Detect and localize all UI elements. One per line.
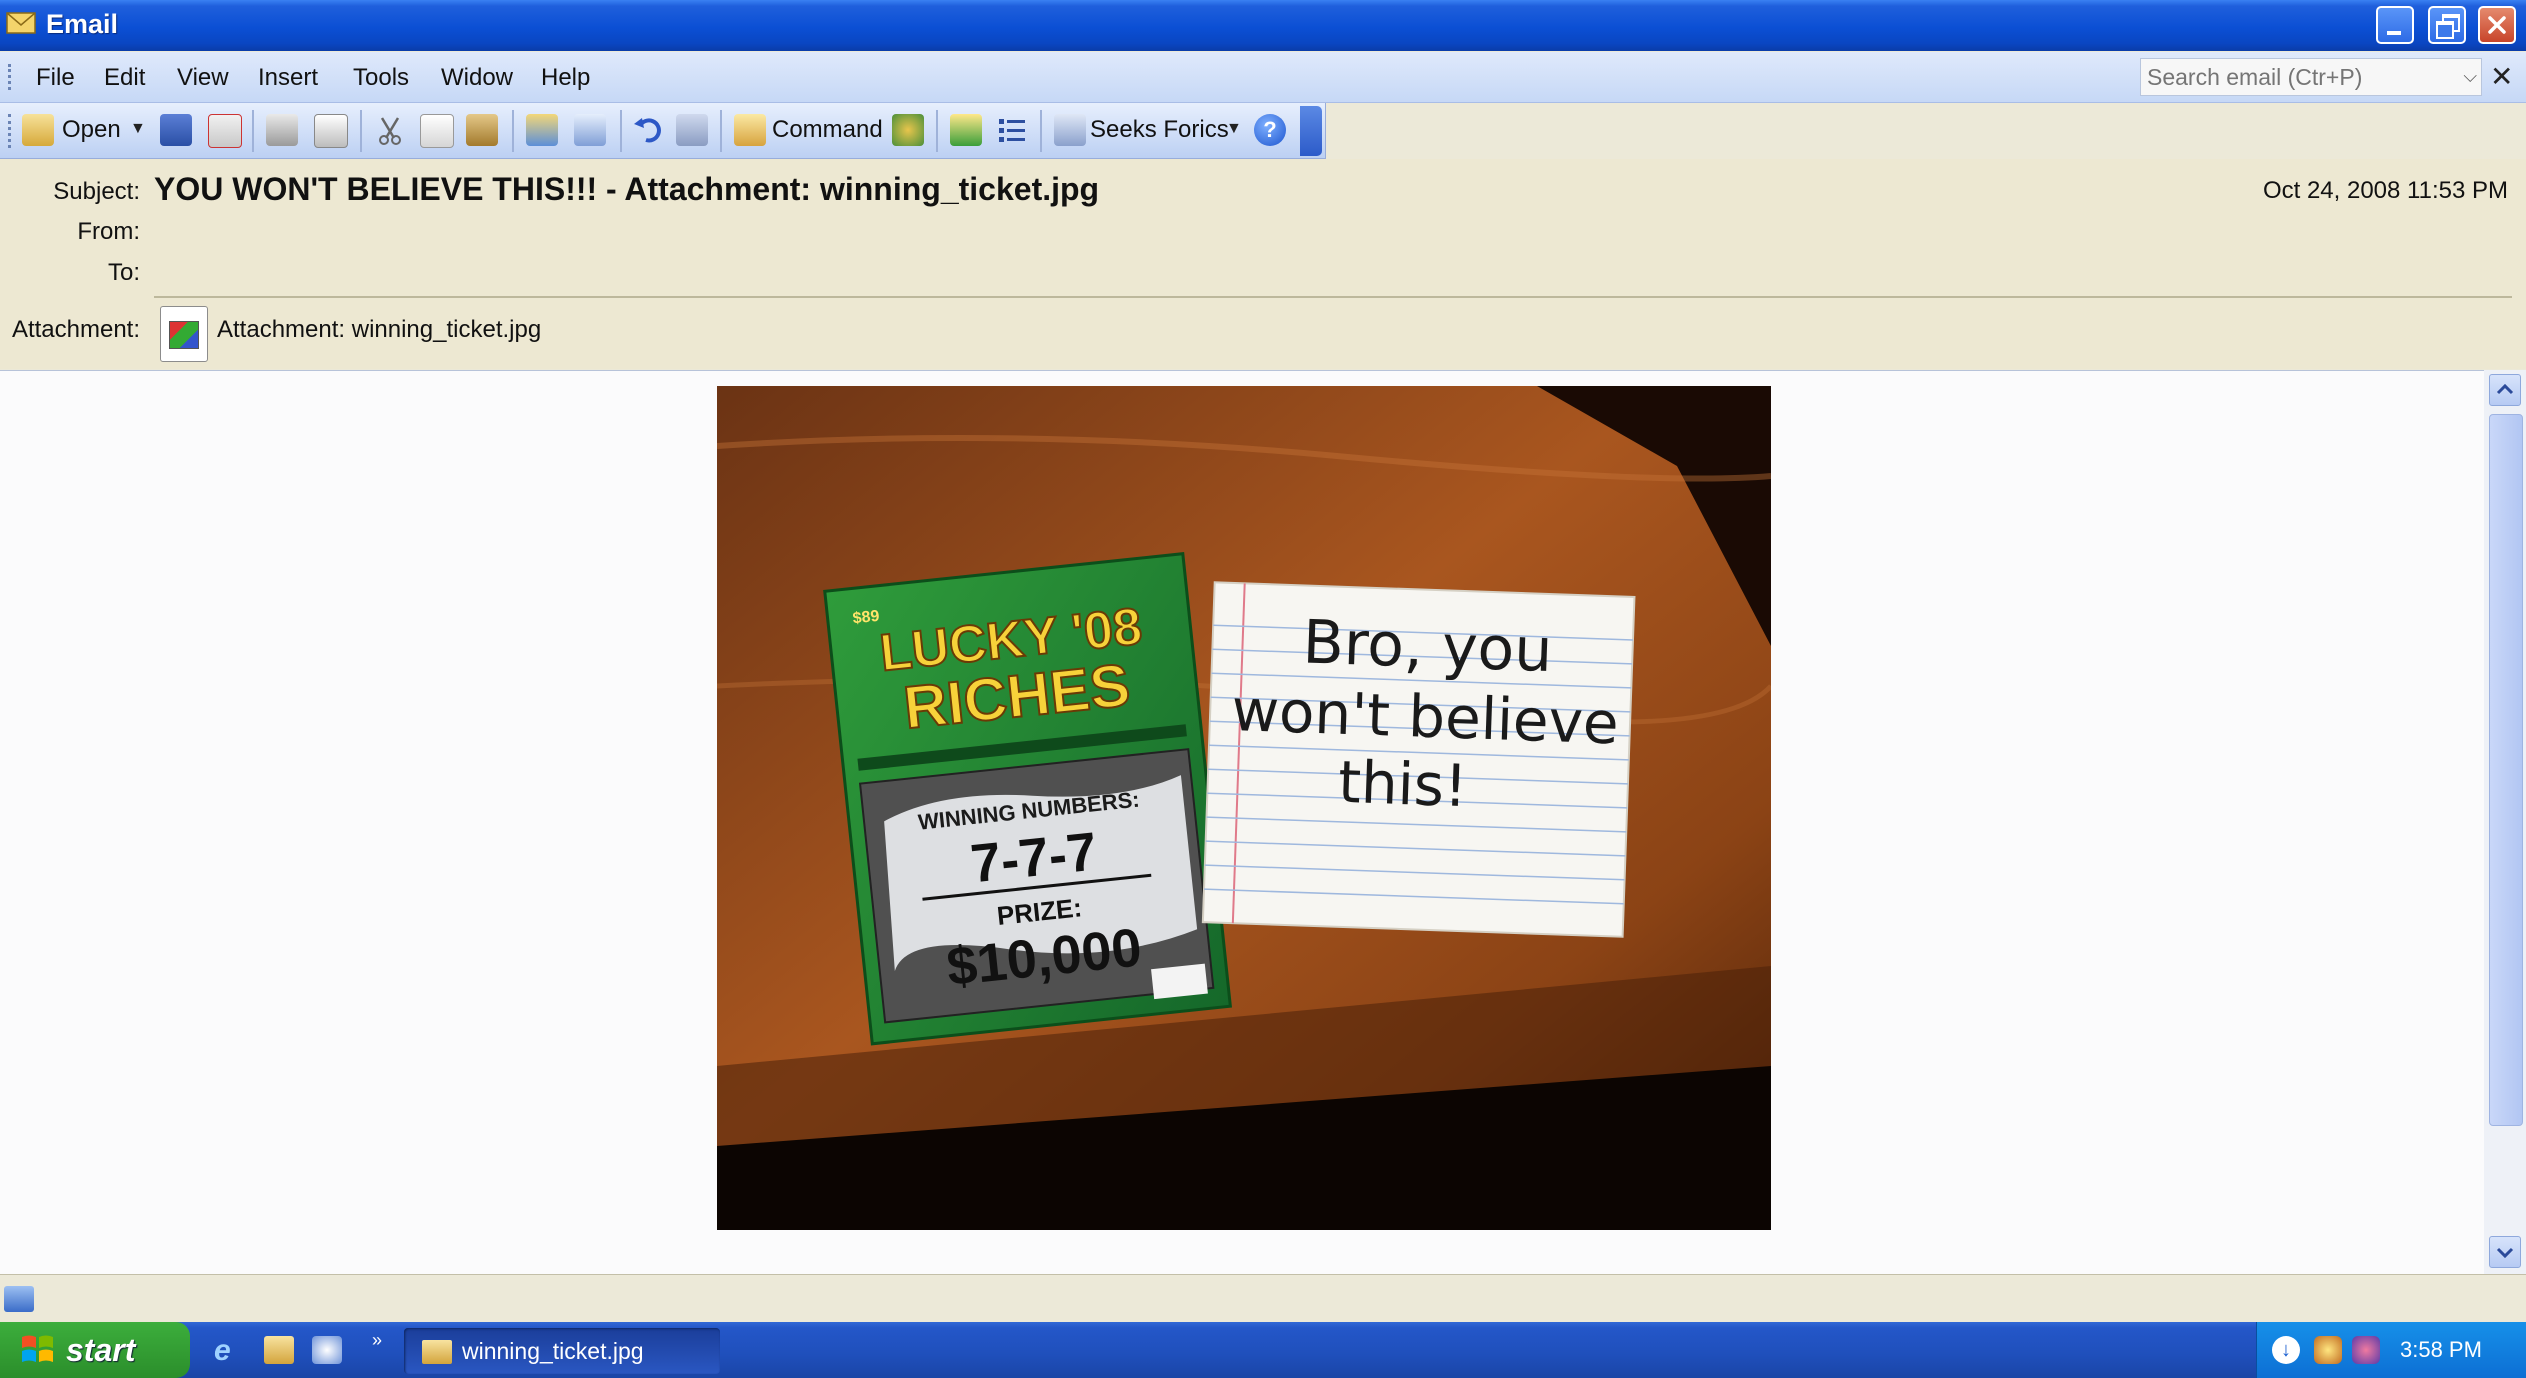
download-icon[interactable]: ↓ [2272, 1336, 2300, 1364]
seeks-forics-icon[interactable] [1054, 114, 1086, 146]
messenger-icon[interactable] [2352, 1336, 2380, 1364]
taskbar-item-label: winning_ticket.jpg [462, 1338, 644, 1364]
toolbar-separator [360, 110, 362, 152]
menu-help[interactable]: Help [541, 64, 590, 92]
save-icon[interactable] [160, 114, 192, 146]
chevron-down-icon[interactable]: ▼ [1226, 120, 1242, 138]
delete-icon[interactable] [208, 114, 242, 148]
sync-icon[interactable] [574, 114, 606, 146]
status-bar [0, 1274, 2526, 1323]
toolbar-separator [512, 110, 514, 152]
window-title: Email [46, 9, 119, 39]
tools-icon[interactable] [892, 114, 924, 146]
close-icon[interactable]: ✕ [2490, 60, 2513, 93]
restore-button[interactable] [2428, 6, 2466, 44]
scroll-down-button[interactable] [2489, 1236, 2521, 1268]
folder-icon [422, 1340, 452, 1364]
note-line1: Bro, you [1302, 607, 1554, 686]
seeks-forics-button[interactable]: Seeks Forics [1090, 116, 1229, 144]
search-input[interactable] [2141, 59, 2453, 95]
quick-launch-chevron-icon[interactable]: » [372, 1330, 382, 1351]
minimize-icon [2387, 31, 2401, 35]
scratch-ticket: $89 LUCKY '08 RICHES WINNING NUMBERS: 7-… [823, 552, 1233, 1046]
network-icon[interactable] [2314, 1336, 2342, 1364]
date-value: Oct 24, 2008 11:53 PM [2262, 177, 2508, 204]
menu-grip[interactable] [8, 64, 15, 90]
chevron-down-icon[interactable]: ▼ [130, 120, 146, 138]
menu-view[interactable]: View [177, 64, 229, 92]
windows-logo-icon [22, 1335, 53, 1362]
attached-photo: $89 LUCKY '08 RICHES WINNING NUMBERS: 7-… [717, 386, 1771, 1230]
note-line3: this! [1337, 748, 1468, 820]
toolbar-options-button[interactable] [1300, 106, 1322, 156]
list-icon[interactable] [996, 114, 1028, 146]
command-icon[interactable] [734, 114, 766, 146]
paste-icon[interactable] [466, 114, 498, 146]
toolbar-separator [1040, 110, 1042, 152]
envelope-icon [6, 12, 36, 34]
cut-icon[interactable] [374, 114, 406, 146]
scroll-thumb[interactable] [2489, 414, 2523, 1126]
to-label: To: [107, 259, 140, 286]
menu-insert[interactable]: Insert [258, 64, 318, 92]
clock[interactable]: 3:58 PM [2400, 1337, 2482, 1363]
open-button[interactable]: Open [62, 116, 121, 144]
menu-edit[interactable]: Edit [104, 64, 145, 92]
toolbar-grip[interactable] [8, 114, 15, 148]
header-divider [154, 296, 2512, 298]
internet-explorer-icon[interactable]: e [214, 1334, 248, 1368]
redo-icon[interactable] [676, 114, 708, 146]
scroll-up-button[interactable] [2489, 374, 2521, 406]
close-icon [2488, 16, 2506, 34]
command-button[interactable]: Command [772, 116, 883, 144]
ticket-price: $89 [852, 608, 880, 628]
toolbar-separator [936, 110, 938, 152]
close-button[interactable] [2478, 6, 2516, 44]
print-preview-icon[interactable] [314, 114, 348, 148]
help-icon[interactable]: ? [1254, 114, 1286, 146]
handwritten-note: Bro, you won't believe this! [1201, 581, 1636, 938]
note-line2: won't believe [1230, 676, 1619, 757]
send-receive-icon[interactable] [526, 114, 558, 146]
menu-file[interactable]: File [36, 64, 75, 92]
open-folder-icon[interactable] [22, 114, 54, 146]
menu-window[interactable]: Widow [441, 64, 513, 92]
from-label: From: [77, 218, 140, 245]
undo-icon[interactable] [632, 114, 664, 146]
folder-icon[interactable] [264, 1336, 294, 1364]
print-icon[interactable] [266, 114, 298, 146]
attachment-label: Attachment: [11, 316, 140, 343]
menu-tools[interactable]: Tools [353, 64, 409, 92]
attachment-link[interactable]: Attachment: winning_ticket.jpg [217, 316, 541, 344]
filter-icon[interactable] [950, 114, 982, 146]
title-bar[interactable] [0, 0, 2526, 51]
start-label: start [66, 1332, 136, 1368]
status-icon [4, 1286, 34, 1312]
image-file-icon[interactable] [160, 306, 208, 362]
photo-scene: $89 LUCKY '08 RICHES WINNING NUMBERS: 7-… [717, 386, 1771, 1230]
subject-label: Subject: [53, 178, 140, 205]
media-player-icon[interactable] [312, 1336, 342, 1364]
toolbar-separator [720, 110, 722, 152]
chevron-up-icon [2496, 383, 2514, 395]
copy-icon[interactable] [420, 114, 454, 148]
chevron-down-icon [2496, 1247, 2514, 1259]
toolbar-separator [252, 110, 254, 152]
minimize-button[interactable] [2376, 6, 2414, 44]
toolbar-separator [620, 110, 622, 152]
chevron-down-icon[interactable]: ⌵ [2463, 66, 2477, 87]
search-box: ⌵ [2140, 58, 2482, 96]
subject-value: YOU WON'T BELIEVE THIS!!! - Attachment: … [154, 171, 1100, 207]
